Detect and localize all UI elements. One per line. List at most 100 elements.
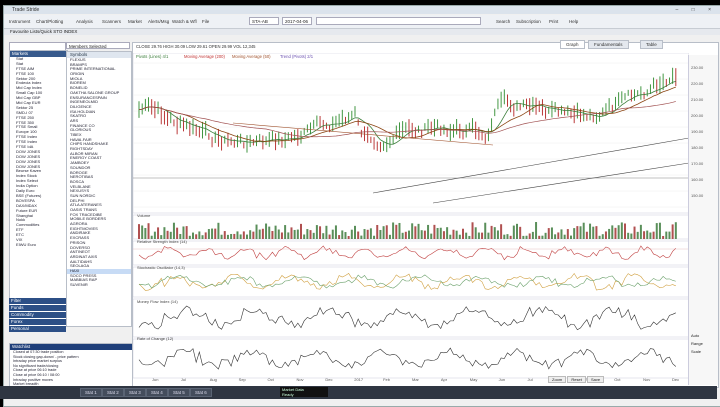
volume-bar: [411, 223, 414, 239]
volume-bar: [595, 226, 598, 239]
volume-bar: [325, 225, 328, 239]
time-tick: Dec: [325, 377, 333, 382]
volume-bar: [601, 234, 604, 239]
volume-bar: [652, 231, 655, 239]
toolbar-analysis-button[interactable]: Analysis: [76, 18, 93, 25]
time-tick: Feb: [383, 377, 391, 382]
volume-bar: [442, 231, 445, 239]
volume-bar: [630, 233, 633, 239]
symbol-list: Symbols FLEXUS BRAMPS PRIME INTERNATIONAL O…: [66, 51, 132, 327]
volume-bar: [138, 224, 140, 239]
tab-graph[interactable]: Graph: [560, 40, 585, 49]
help-button[interactable]: Help: [569, 18, 578, 25]
volume-bar: [627, 232, 630, 239]
time-tick: Oct: [614, 377, 621, 382]
strip-scale-button[interactable]: Scale: [691, 349, 701, 354]
volume-bar: [589, 223, 592, 239]
volume-bar: [382, 226, 385, 239]
footer-tab-funds[interactable]: Funds: [9, 305, 66, 311]
members-dropdown[interactable]: Members Selected: [66, 42, 130, 49]
volume-bar: [557, 232, 560, 239]
volume-bar: [528, 233, 531, 239]
zoom-button[interactable]: Zoom: [548, 376, 567, 383]
indicator-label: Money Flow Index (14): [137, 299, 178, 304]
volume-bar: [401, 232, 404, 239]
date-input[interactable]: 2017-04-06: [282, 17, 312, 25]
volume-bar: [617, 225, 620, 239]
symbol-item[interactable]: SUVENIR: [67, 282, 131, 288]
print-button[interactable]: Print: [549, 18, 558, 25]
volume-bar: [141, 225, 144, 239]
status-info-box: Market Data Ready: [280, 387, 328, 397]
volume-bar: [468, 235, 471, 239]
maximize-icon[interactable]: □: [692, 7, 701, 13]
volume-bar: [592, 226, 595, 239]
volume-bar: [188, 235, 191, 239]
volume-bar: [462, 228, 464, 239]
volume-bar: [570, 235, 572, 239]
volume-bar: [236, 231, 239, 239]
legend-entry: Moving Average (50): [232, 54, 271, 59]
status-tab[interactable]: Stat 5: [168, 388, 190, 397]
favourites-bar: Favourite Lists/Quick STO INDEX: [4, 29, 720, 35]
search-field[interactable]: [316, 17, 481, 25]
volume-bar: [147, 223, 150, 239]
search-button[interactable]: Search: [496, 18, 510, 25]
subscription-button[interactable]: Subscription: [516, 18, 541, 25]
volume-bar: [535, 222, 538, 239]
strip-auto-button[interactable]: Auto: [691, 333, 699, 338]
favourites-label: Favourite Lists/Quick STO INDEX: [10, 29, 78, 34]
volume-bar: [274, 225, 277, 239]
strip-range-button[interactable]: Range: [691, 341, 703, 346]
volume-bar: [290, 227, 293, 239]
tab-table[interactable]: Table: [640, 40, 663, 49]
status-tab[interactable]: Stat 4: [146, 388, 168, 397]
symbol-items: FLEXUS BRAMPS PRIME INTERNATIONAL ORIGIN MIO…: [67, 57, 131, 288]
time-tick: Aug: [209, 377, 217, 382]
toolbar-instrument-button[interactable]: Instrument: [9, 18, 30, 25]
footer-tab-commodity[interactable]: Commodity: [9, 312, 66, 318]
close-icon[interactable]: ×: [708, 7, 717, 13]
chart-area[interactable]: CLOSE 29.76 HIGH 30.09 LOW 29.61 OPEN 29…: [132, 42, 719, 388]
toolbar-market-button[interactable]: Market: [128, 18, 142, 25]
volume-bar: [423, 230, 426, 239]
watchlist-panel: Watchlist Closed at 07:30 trade position…: [9, 343, 134, 387]
toolbar-file-button[interactable]: File: [202, 18, 209, 25]
volume-bar: [331, 229, 334, 239]
footer-tab-forex[interactable]: Forex: [9, 319, 66, 325]
volume-bar: [347, 235, 350, 239]
time-tick: Nov: [296, 377, 304, 382]
status-tab[interactable]: Stat 3: [124, 388, 146, 397]
status-tab[interactable]: Stat 2: [102, 388, 124, 397]
status-info-line2: Ready: [282, 392, 294, 397]
footer-tab-personal[interactable]: Personal: [9, 326, 66, 332]
time-tick: May: [469, 377, 478, 382]
window-controls[interactable]: – □ ×: [675, 6, 717, 14]
toolbar-scanners-button[interactable]: Scanners: [102, 18, 121, 25]
chart-canvas[interactable]: [133, 53, 689, 383]
status-tab[interactable]: Stat 1: [80, 388, 102, 397]
markets-panel: Markets Stat Stat FTSE AIM FTSE 100 Sektor 2…: [9, 50, 68, 327]
volume-bar: [214, 228, 217, 239]
tab-fundamentals[interactable]: Fundamentals: [588, 40, 629, 49]
toolbar-chart-button[interactable]: Chart/Plotting: [36, 18, 63, 25]
market-item[interactable]: EIWU Euro: [10, 243, 67, 248]
volume-bar: [226, 234, 229, 239]
volume-bar: [604, 231, 607, 239]
volume-bar: [201, 235, 204, 239]
volume-bar: [334, 225, 337, 239]
toolbar-alerts-button[interactable]: Alerts/Msg: [148, 18, 169, 25]
volume-bar: [249, 230, 252, 239]
toolbar-watch-button[interactable]: Watch & Wfl: [172, 18, 197, 25]
volume-bar: [207, 229, 210, 239]
volume-bar: [506, 234, 509, 239]
reset-button[interactable]: Reset: [567, 376, 586, 383]
footer-tab-filter[interactable]: Filter: [9, 298, 66, 304]
volume-bar: [474, 227, 477, 239]
status-tab[interactable]: Stat 6: [190, 388, 212, 397]
minimize-icon[interactable]: –: [675, 7, 684, 13]
volume-bar: [376, 224, 379, 239]
save-button[interactable]: Save: [586, 376, 605, 383]
volume-bar: [284, 225, 287, 239]
symbol-input[interactable]: STA-AB: [249, 17, 279, 25]
